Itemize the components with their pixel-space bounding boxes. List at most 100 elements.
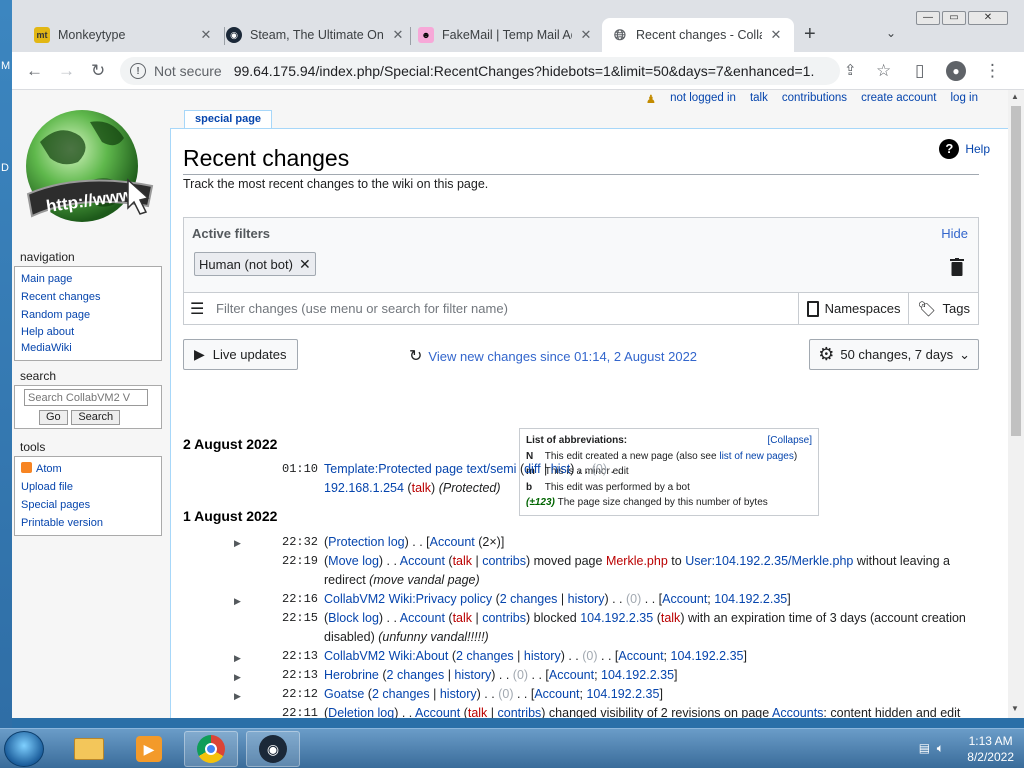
forward-icon[interactable]: → bbox=[58, 61, 75, 81]
share-icon[interactable]: ⇪ bbox=[844, 61, 857, 81]
nav-help-about[interactable]: Help about bbox=[21, 324, 155, 340]
address-bar[interactable]: ! Not secure 99.64.175.94/index.php/Spec… bbox=[120, 57, 840, 85]
filter-placeholder[interactable]: Filter changes (use menu or search for f… bbox=[216, 301, 798, 316]
tab-recent-changes[interactable]: 🌐︎ Recent changes - CollabVM2 Wiki ✕ bbox=[602, 18, 794, 52]
account-link[interactable]: Account bbox=[534, 687, 579, 701]
expand-icon[interactable]: ▶ bbox=[234, 691, 241, 702]
filter-search-bar[interactable]: ☰ Filter changes (use menu or search for… bbox=[184, 292, 978, 325]
menu-icon[interactable]: ⋮ bbox=[984, 61, 1001, 81]
ip-link[interactable]: 104.192.2.35 bbox=[714, 592, 787, 606]
help-link[interactable]: ? Help bbox=[939, 139, 990, 159]
filter-chip[interactable]: Human (not bot) ✕ bbox=[194, 252, 316, 276]
close-icon[interactable]: ✕ bbox=[390, 27, 406, 43]
changes-link[interactable]: 2 changes bbox=[500, 592, 558, 606]
ip-link[interactable]: 104.192.2.35 bbox=[586, 687, 659, 701]
account-link[interactable]: Account bbox=[430, 535, 475, 549]
special-page-tab[interactable]: special page bbox=[184, 110, 273, 128]
nav-recent-changes[interactable]: Recent changes bbox=[21, 288, 155, 306]
expand-icon[interactable]: ▶ bbox=[234, 672, 241, 683]
tray-icons[interactable]: ▤ 🔈︎ bbox=[919, 741, 944, 756]
scroll-up-icon[interactable]: ▲ bbox=[1011, 92, 1019, 101]
log-in-link[interactable]: log in bbox=[951, 92, 979, 106]
page-link[interactable]: Merkle.php bbox=[606, 554, 668, 568]
scrollbar-thumb[interactable] bbox=[1011, 106, 1021, 436]
file-explorer-icon[interactable] bbox=[62, 731, 116, 767]
account-link[interactable]: Account bbox=[415, 706, 460, 718]
account-link[interactable]: Account bbox=[400, 611, 445, 625]
talk-link[interactable]: talk bbox=[453, 611, 472, 625]
changes-link[interactable]: 2 changes bbox=[372, 687, 430, 701]
not-logged-in-link[interactable]: not logged in bbox=[670, 92, 736, 106]
back-icon[interactable]: ← bbox=[26, 61, 43, 81]
talk-link[interactable]: talk bbox=[412, 481, 431, 495]
expand-icon[interactable]: ▶ bbox=[234, 596, 241, 607]
expand-icon[interactable]: ▶ bbox=[234, 538, 241, 549]
remove-filter-icon[interactable]: ✕ bbox=[299, 256, 311, 273]
profile-icon[interactable]: ● bbox=[946, 61, 966, 81]
talk-link[interactable]: talk bbox=[468, 706, 487, 718]
tool-special-pages[interactable]: Special pages bbox=[21, 496, 155, 514]
nav-main-page[interactable]: Main page bbox=[21, 270, 155, 288]
view-new-changes-link[interactable]: ↻ View new changes since 01:14, 2 August … bbox=[409, 346, 697, 366]
page-link[interactable]: User:104.192.2.35/Merkle.php bbox=[685, 554, 853, 568]
ip-link[interactable]: 104.192.2.35 bbox=[601, 668, 674, 682]
tab-monkeytype[interactable]: mt Monkeytype ✕ bbox=[24, 18, 224, 52]
changes-link[interactable]: 2 changes bbox=[456, 649, 514, 663]
account-link[interactable]: Account bbox=[618, 649, 663, 663]
hamburger-menu-icon[interactable]: ☰ bbox=[190, 299, 208, 319]
tags-button[interactable]: 🏷︎ Tags bbox=[908, 292, 978, 325]
scroll-down-icon[interactable]: ▼ bbox=[1011, 704, 1019, 713]
close-icon[interactable]: ✕ bbox=[578, 27, 594, 43]
tab-search-icon[interactable]: ⌄ bbox=[886, 26, 896, 40]
expand-icon[interactable]: ▶ bbox=[234, 653, 241, 664]
account-link[interactable]: Account bbox=[662, 592, 707, 606]
tab-steam[interactable]: ◉ Steam, The Ultimate Online Game Platfo… bbox=[216, 18, 416, 52]
ip-link[interactable]: 104.192.2.35 bbox=[671, 649, 744, 663]
history-link[interactable]: history bbox=[440, 687, 477, 701]
history-link[interactable]: history bbox=[524, 649, 561, 663]
nav-random-page[interactable]: Random page bbox=[21, 306, 155, 324]
page-link[interactable]: Accounts bbox=[772, 706, 823, 718]
log-link[interactable]: Move log bbox=[328, 554, 379, 568]
network-icon[interactable]: ▤ bbox=[919, 741, 930, 755]
page-link[interactable]: Herobrine bbox=[324, 668, 379, 682]
page-link[interactable]: CollabVM2 Wiki:Privacy policy bbox=[324, 592, 492, 606]
page-link[interactable]: Template:Protected page text/semi bbox=[324, 462, 516, 476]
search-button[interactable]: Search bbox=[71, 410, 121, 425]
chrome-icon[interactable] bbox=[184, 731, 238, 767]
close-icon[interactable]: ✕ bbox=[198, 27, 214, 43]
live-updates-button[interactable]: ▶ Live updates bbox=[183, 339, 298, 370]
history-link[interactable]: history bbox=[568, 592, 605, 606]
media-player-icon[interactable]: ▶ bbox=[122, 731, 176, 767]
maximize-icon[interactable]: ▭ bbox=[942, 11, 966, 25]
wiki-logo[interactable]: http://www bbox=[20, 102, 160, 237]
minimize-icon[interactable]: — bbox=[916, 11, 940, 25]
diff-link[interactable]: diff bbox=[524, 462, 540, 476]
page-scrollbar[interactable]: ▲ ▼ bbox=[1008, 90, 1024, 718]
page-link[interactable]: Goatse bbox=[324, 687, 364, 701]
sidepanel-icon[interactable]: ▯ bbox=[915, 61, 924, 81]
clock[interactable]: 1:13 AM 8/2/2022 bbox=[967, 733, 1014, 765]
changes-link[interactable]: 2 changes bbox=[387, 668, 445, 682]
tool-printable-version[interactable]: Printable version bbox=[21, 514, 155, 532]
close-window-icon[interactable]: ✕ bbox=[968, 11, 1008, 25]
close-icon[interactable]: ✕ bbox=[768, 27, 784, 43]
trash-icon[interactable] bbox=[950, 258, 964, 276]
namespaces-button[interactable]: Namespaces bbox=[797, 292, 909, 325]
history-link[interactable]: history bbox=[454, 668, 491, 682]
volume-icon[interactable]: 🔈︎ bbox=[937, 741, 944, 755]
account-link[interactable]: Account bbox=[400, 554, 445, 568]
tab-fakemail[interactable]: ☻ FakeMail | Temp Mail Address ✕ bbox=[408, 18, 604, 52]
log-link[interactable]: Block log bbox=[328, 611, 379, 625]
talk-link[interactable]: talk bbox=[750, 92, 768, 106]
contributions-link[interactable]: contributions bbox=[782, 92, 847, 106]
new-tab-icon[interactable]: + bbox=[804, 24, 816, 44]
bookmark-star-icon[interactable]: ☆ bbox=[876, 61, 891, 81]
go-button[interactable]: Go bbox=[39, 410, 68, 425]
log-link[interactable]: Protection log bbox=[328, 535, 404, 549]
contribs-link[interactable]: contribs bbox=[482, 554, 526, 568]
talk-link[interactable]: talk bbox=[453, 554, 472, 568]
ip-link[interactable]: 104.192.2.35 bbox=[580, 611, 653, 625]
create-account-link[interactable]: create account bbox=[861, 92, 936, 106]
collapse-link[interactable]: [Collapse] bbox=[768, 433, 812, 449]
